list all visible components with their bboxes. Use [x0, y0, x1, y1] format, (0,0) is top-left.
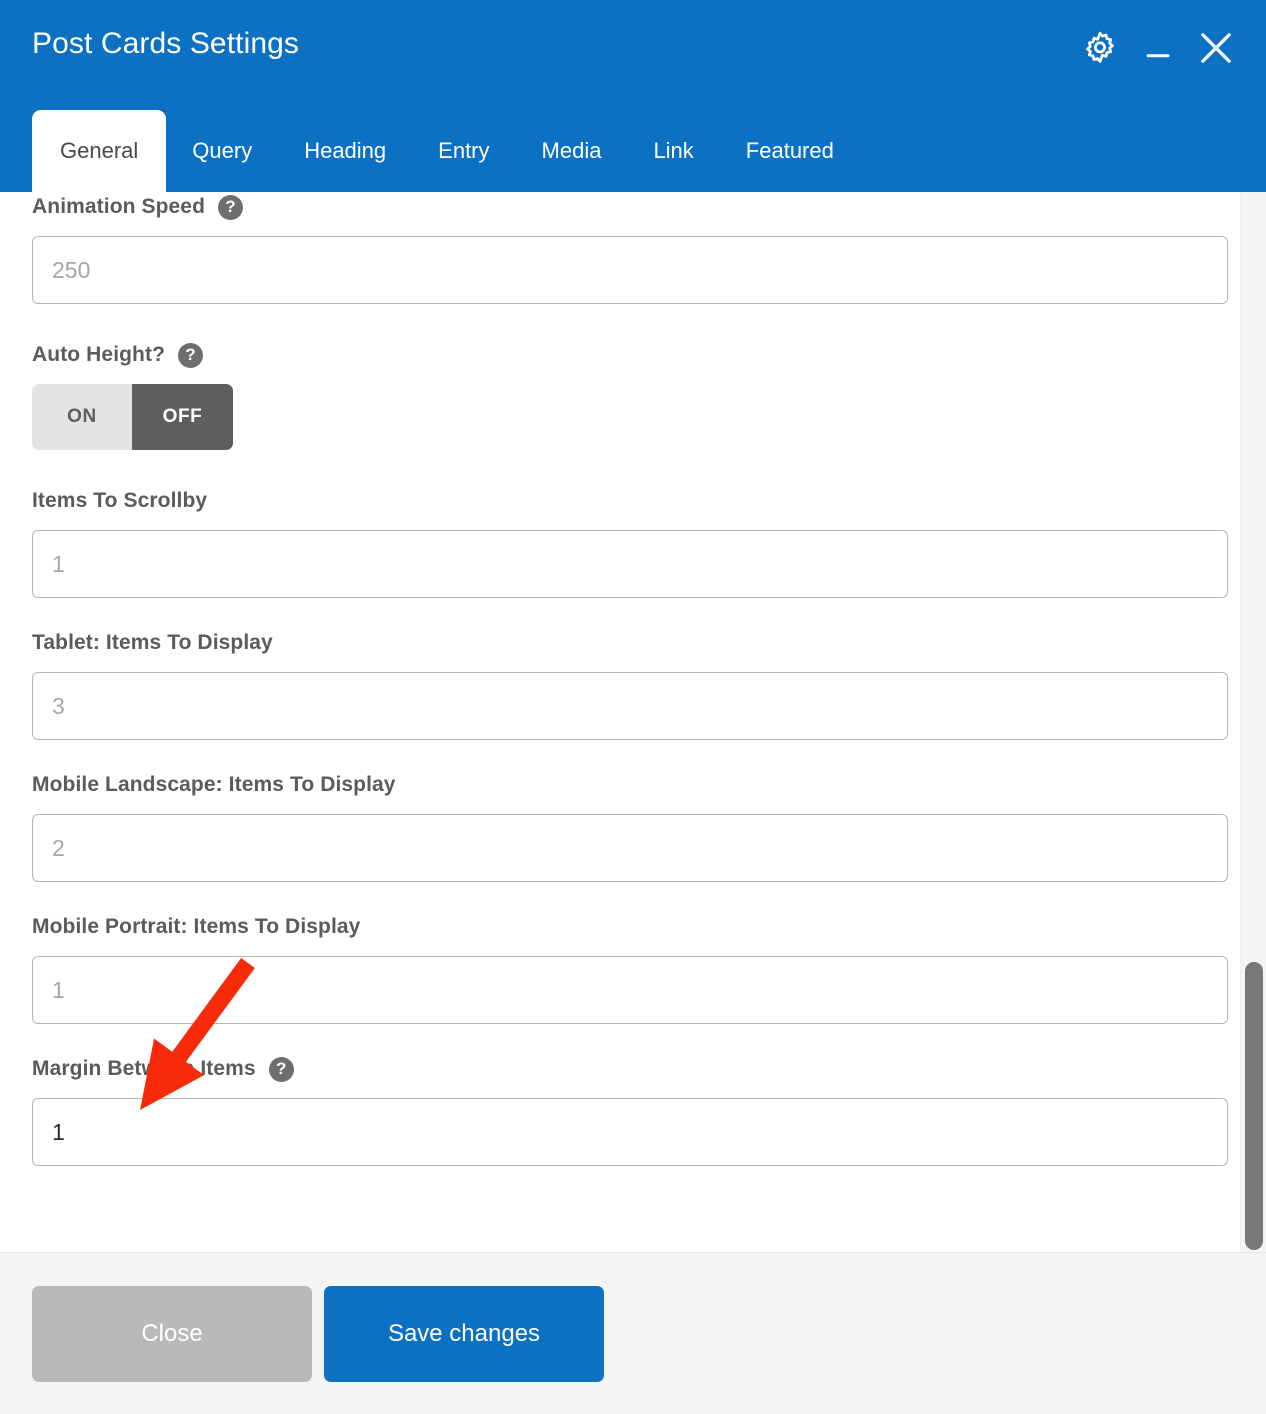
help-icon[interactable]: ? — [268, 1056, 294, 1082]
tab-featured[interactable]: Featured — [720, 110, 860, 192]
help-icon[interactable]: ? — [178, 342, 204, 368]
auto-height-toggle[interactable]: ON OFF — [32, 384, 233, 450]
field-label-items-to-scrollby: Items To Scrollby — [32, 486, 1228, 516]
tab-query[interactable]: Query — [166, 110, 278, 192]
field-label-mobile-landscape-items-to-display: Mobile Landscape: Items To Display — [32, 770, 1228, 800]
tab-link[interactable]: Link — [627, 110, 719, 192]
window-controls — [1078, 22, 1238, 70]
tab-media[interactable]: Media — [516, 110, 628, 192]
label-text: Margin Between Items — [32, 1057, 256, 1080]
post-cards-settings-modal: Post Cards Settings General Query Headin… — [0, 0, 1266, 1414]
tab-heading[interactable]: Heading — [278, 110, 412, 192]
field-label-tablet-items-to-display: Tablet: Items To Display — [32, 628, 1228, 658]
label-text: Mobile Landscape: Items To Display — [32, 773, 396, 796]
field-mobile-portrait-items-to-display: Mobile Portrait: Items To Display — [32, 912, 1228, 1024]
field-label-animation-speed: Animation Speed ? — [32, 192, 1228, 222]
help-icon[interactable]: ? — [218, 194, 244, 220]
field-label-mobile-portrait-items-to-display: Mobile Portrait: Items To Display — [32, 912, 1228, 942]
vertical-scrollbar-thumb[interactable] — [1245, 962, 1263, 1250]
tab-entry[interactable]: Entry — [412, 110, 515, 192]
label-text: Auto Height? — [32, 343, 166, 366]
field-label-auto-height: Auto Height? ? — [32, 340, 1228, 370]
save-changes-button[interactable]: Save changes — [324, 1285, 604, 1382]
tab-general[interactable]: General — [32, 110, 167, 192]
settings-panel-general: Animation Speed ? Auto Height? ? ON OFF — [0, 192, 1266, 1252]
field-animation-speed: Animation Speed ? — [32, 192, 1228, 304]
vertical-scrollbar-track[interactable] — [1240, 192, 1266, 1252]
settings-scroll-area: Animation Speed ? Auto Height? ? ON OFF — [0, 192, 1240, 1252]
animation-speed-input[interactable] — [32, 236, 1228, 304]
label-text: Mobile Portrait: Items To Display — [32, 915, 361, 938]
label-text: Animation Speed — [32, 195, 206, 218]
toggle-option-off[interactable]: OFF — [132, 384, 233, 450]
field-margin-between-items: Margin Between Items ? — [32, 1054, 1228, 1166]
items-to-scrollby-input[interactable] — [32, 530, 1228, 598]
mobile-landscape-items-to-display-input[interactable] — [32, 814, 1228, 882]
modal-header: Post Cards Settings General Query Headin… — [0, 0, 1266, 192]
close-icon[interactable] — [1194, 26, 1238, 70]
margin-between-items-input[interactable] — [32, 1098, 1228, 1166]
label-text: Items To Scrollby — [32, 489, 208, 512]
tab-bar: General Query Heading Entry Media Link F… — [0, 96, 1266, 192]
close-button[interactable]: Close — [32, 1285, 312, 1382]
header-title-row: Post Cards Settings — [0, 0, 1266, 96]
modal-footer: Close Save changes — [0, 1252, 1266, 1414]
mobile-portrait-items-to-display-input[interactable] — [32, 956, 1228, 1024]
field-tablet-items-to-display: Tablet: Items To Display — [32, 628, 1228, 740]
field-items-to-scrollby: Items To Scrollby — [32, 486, 1228, 598]
field-mobile-landscape-items-to-display: Mobile Landscape: Items To Display — [32, 770, 1228, 882]
field-auto-height: Auto Height? ? ON OFF — [32, 340, 1228, 450]
label-text: Tablet: Items To Display — [32, 631, 273, 654]
settings-gear-icon[interactable] — [1078, 26, 1122, 70]
page-title: Post Cards Settings — [32, 27, 300, 60]
tablet-items-to-display-input[interactable] — [32, 672, 1228, 740]
toggle-option-on[interactable]: ON — [32, 384, 132, 450]
minimize-icon[interactable] — [1136, 26, 1180, 70]
field-label-margin-between-items: Margin Between Items ? — [32, 1054, 1228, 1084]
